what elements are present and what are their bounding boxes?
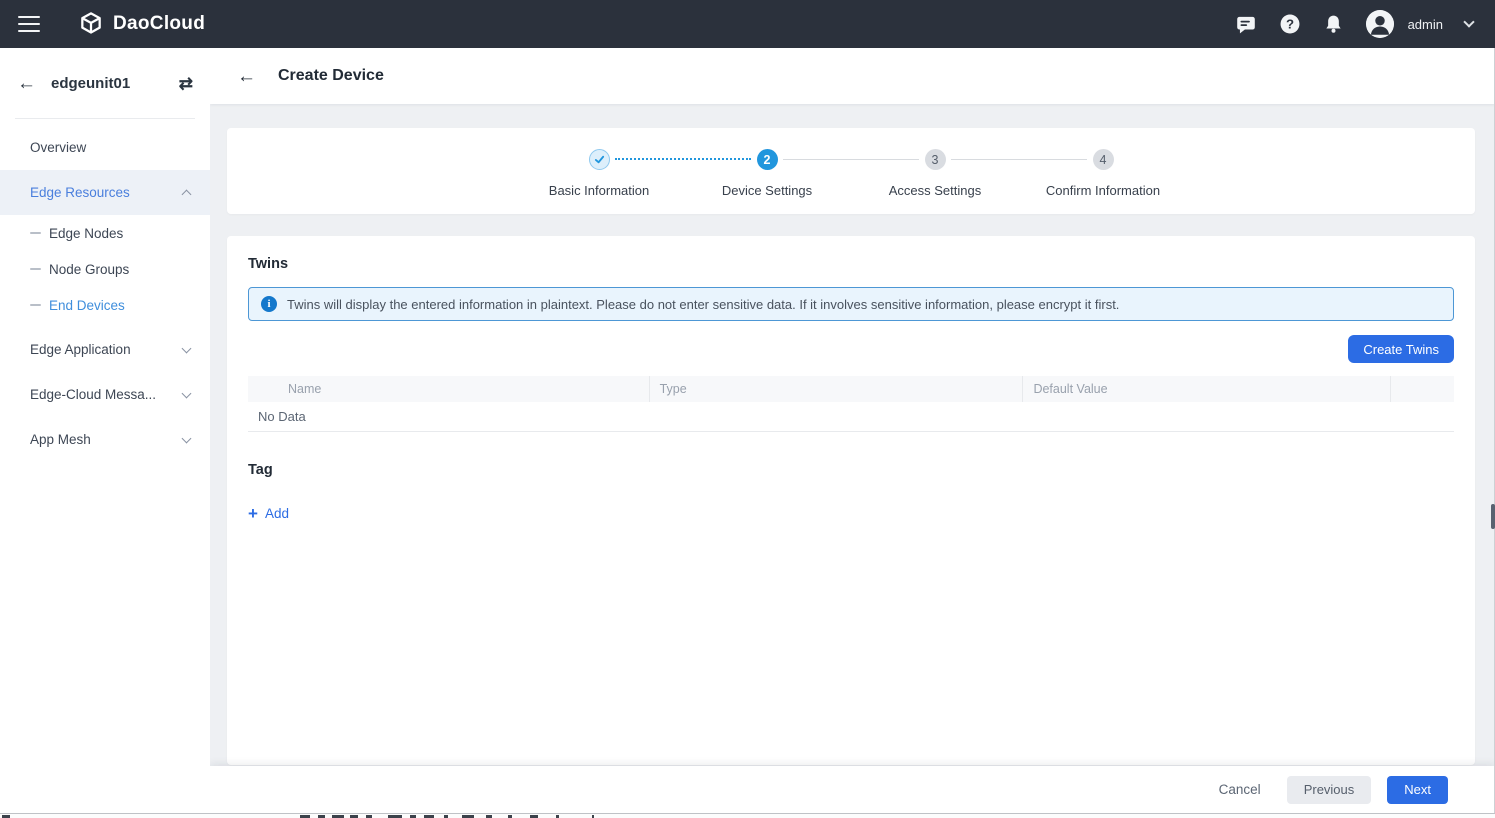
step-label: Access Settings bbox=[851, 183, 1019, 198]
twins-info-alert: i Twins will display the entered informa… bbox=[248, 287, 1454, 321]
sidebar-item-app-mesh[interactable]: App Mesh bbox=[0, 417, 210, 462]
device-settings-card: Twins i Twins will display the entered i… bbox=[227, 236, 1475, 765]
topbar: DaoCloud ? bbox=[0, 0, 1495, 48]
create-twins-button[interactable]: Create Twins bbox=[1348, 335, 1454, 363]
dash-icon bbox=[30, 232, 41, 234]
add-tag-button[interactable]: + Add bbox=[248, 505, 289, 522]
notifications-bell-icon[interactable] bbox=[1323, 14, 1344, 35]
previous-button[interactable]: Previous bbox=[1287, 776, 1372, 804]
sidebar-item-node-groups[interactable]: Node Groups bbox=[0, 251, 210, 287]
sidebar-item-edge-resources[interactable]: Edge Resources bbox=[0, 170, 210, 215]
chevron-up-icon bbox=[182, 190, 192, 200]
chat-icon[interactable] bbox=[1235, 13, 1257, 35]
sidebar-back-icon[interactable]: ← bbox=[17, 74, 36, 93]
twins-table-header: Name Type Default Value bbox=[248, 376, 1454, 402]
menu-icon[interactable] bbox=[18, 16, 40, 32]
info-icon: i bbox=[261, 296, 277, 312]
cluster-name: edgeunit01 bbox=[51, 75, 130, 92]
cancel-button[interactable]: Cancel bbox=[1219, 782, 1261, 797]
page-title: Create Device bbox=[278, 67, 384, 85]
user-avatar[interactable] bbox=[1366, 10, 1394, 38]
main-area: ← Create Device Basic Information bbox=[210, 48, 1495, 813]
column-default-value: Default Value bbox=[1023, 376, 1391, 402]
step-label: Confirm Information bbox=[1019, 183, 1187, 198]
user-menu-chevron-down-icon[interactable] bbox=[1463, 16, 1474, 27]
tag-section-title: Tag bbox=[248, 462, 1454, 478]
chevron-down-icon bbox=[182, 388, 192, 398]
column-name: Name bbox=[248, 376, 650, 402]
dash-icon bbox=[30, 304, 41, 306]
column-type: Type bbox=[650, 376, 1024, 402]
twins-alert-text: Twins will display the entered informati… bbox=[287, 297, 1119, 312]
chevron-down-icon bbox=[182, 433, 192, 443]
sidebar: ← edgeunit01 ⇄ Overview Edge Resources E… bbox=[0, 48, 210, 813]
sidebar-item-edge-cloud-message[interactable]: Edge-Cloud Messa... bbox=[0, 372, 210, 417]
topbar-actions: ? admin bbox=[1235, 10, 1473, 38]
step-access-settings: 3 Access Settings bbox=[851, 149, 1019, 198]
sidebar-nav: Overview Edge Resources Edge Nodes Node … bbox=[0, 119, 210, 462]
sidebar-header: ← edgeunit01 ⇄ bbox=[0, 48, 210, 118]
page-content: Basic Information 2 Device Settings 3 Ac… bbox=[210, 104, 1495, 765]
step-done-check-icon bbox=[589, 149, 610, 170]
step-number: 4 bbox=[1093, 149, 1114, 170]
empty-state: No Data bbox=[248, 402, 1454, 432]
twins-table: Name Type Default Value No Data bbox=[248, 376, 1454, 432]
stepper-card: Basic Information 2 Device Settings 3 Ac… bbox=[227, 128, 1475, 214]
help-icon[interactable]: ? bbox=[1279, 13, 1301, 35]
svg-text:?: ? bbox=[1286, 17, 1294, 32]
sidebar-item-overview[interactable]: Overview bbox=[0, 125, 210, 170]
brand-name: DaoCloud bbox=[113, 13, 205, 35]
step-number: 2 bbox=[757, 149, 778, 170]
page-back-icon[interactable]: ← bbox=[237, 67, 256, 86]
sidebar-item-end-devices[interactable]: End Devices bbox=[0, 287, 210, 323]
daocloud-logo-icon bbox=[78, 11, 104, 37]
username[interactable]: admin bbox=[1408, 17, 1443, 32]
wizard-footer: Cancel Previous Next bbox=[210, 766, 1495, 813]
step-basic-information: Basic Information bbox=[515, 149, 683, 198]
next-button[interactable]: Next bbox=[1387, 776, 1448, 804]
step-label: Device Settings bbox=[683, 183, 851, 198]
dash-icon bbox=[30, 268, 41, 270]
sidebar-item-edge-application[interactable]: Edge Application bbox=[0, 327, 210, 372]
step-number: 3 bbox=[925, 149, 946, 170]
page-header: ← Create Device bbox=[210, 48, 1495, 104]
sidebar-item-edge-nodes[interactable]: Edge Nodes bbox=[0, 215, 210, 251]
column-actions bbox=[1391, 376, 1454, 402]
step-label: Basic Information bbox=[515, 183, 683, 198]
chevron-down-icon bbox=[182, 343, 192, 353]
wizard-stepper: Basic Information 2 Device Settings 3 Ac… bbox=[227, 149, 1475, 198]
plus-icon: + bbox=[248, 505, 258, 522]
cut-off-content-strip bbox=[0, 813, 1495, 818]
brand: DaoCloud bbox=[78, 11, 205, 37]
switch-cluster-icon[interactable]: ⇄ bbox=[179, 75, 193, 92]
step-confirm-information: 4 Confirm Information bbox=[1019, 149, 1187, 198]
step-device-settings: 2 Device Settings bbox=[683, 149, 851, 198]
twins-section-title: Twins bbox=[248, 256, 1454, 272]
scrollbar-thumb[interactable] bbox=[1491, 504, 1495, 529]
